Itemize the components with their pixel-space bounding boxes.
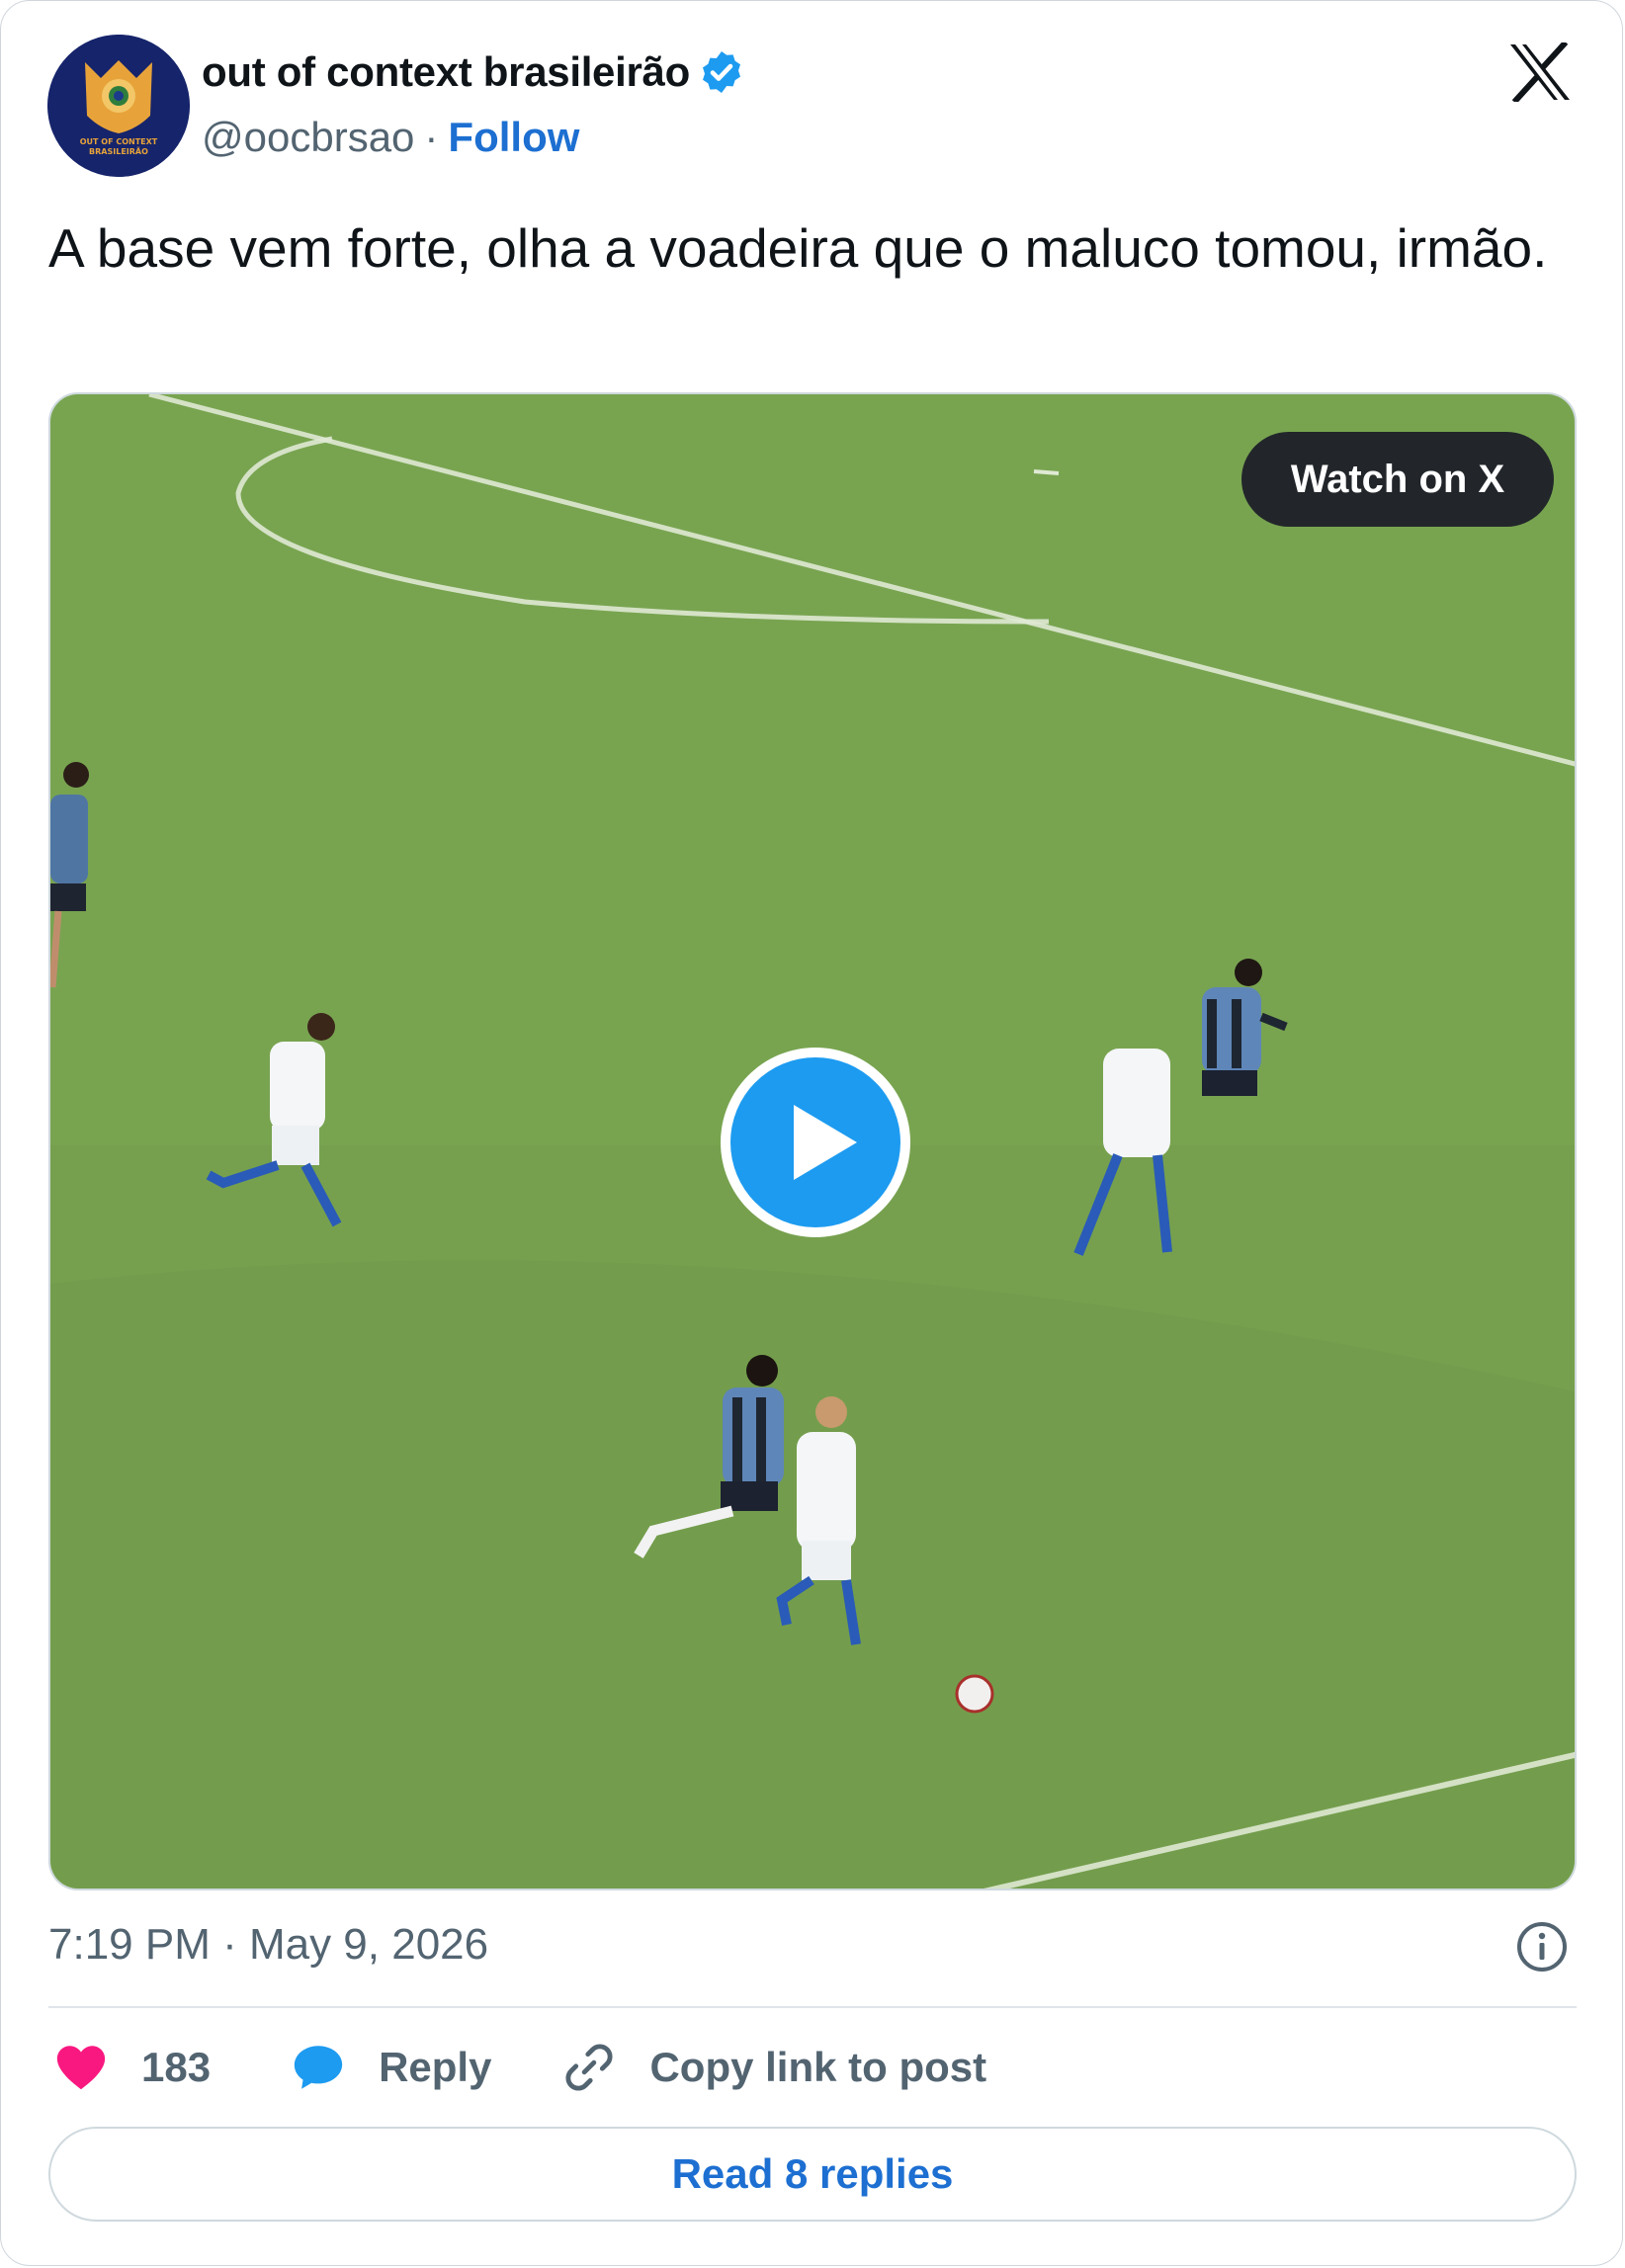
author-handle-row: @oocbrsao · Follow: [202, 114, 579, 161]
separator-dot: ·: [424, 114, 439, 160]
link-icon: [565, 2044, 613, 2091]
reply-button[interactable]: Reply: [290, 2039, 491, 2096]
x-logo-icon[interactable]: [1508, 42, 1572, 102]
author-name-row: out of context brasileirão: [202, 48, 745, 96]
divider: [48, 2006, 1577, 2008]
copy-link-label: Copy link to post: [649, 2044, 987, 2090]
league-logo-icon: OUT OF CONTEXT BRASILEIRÃO: [47, 35, 190, 177]
author-avatar[interactable]: OUT OF CONTEXT BRASILEIRÃO: [47, 35, 190, 177]
tweet-timestamp[interactable]: 7:19 PM · May 9, 2026: [48, 1920, 488, 1970]
verified-badge-icon: [702, 51, 740, 93]
read-replies-button[interactable]: Read 8 replies: [48, 2127, 1577, 2222]
follow-button[interactable]: Follow: [448, 114, 579, 161]
play-icon[interactable]: [717, 1044, 914, 1241]
tweet-text: A base vem forte, olha a voadeira que o …: [48, 217, 1548, 279]
reply-label: Reply: [379, 2044, 492, 2090]
copy-link-button[interactable]: Copy link to post: [560, 2039, 986, 2096]
like-count: 183: [141, 2044, 212, 2090]
svg-text:BRASILEIRÃO: BRASILEIRÃO: [89, 146, 148, 156]
heart-icon: [56, 2046, 106, 2090]
author-handle[interactable]: @oocbrsao: [202, 114, 414, 161]
video-player[interactable]: Watch on X: [48, 392, 1577, 1890]
tweet-card: OUT OF CONTEXT BRASILEIRÃO out of contex…: [0, 0, 1623, 2266]
author-display-name[interactable]: out of context brasileirão: [202, 48, 690, 96]
watch-on-x-button[interactable]: Watch on X: [1241, 432, 1554, 527]
svg-text:OUT OF CONTEXT: OUT OF CONTEXT: [80, 137, 158, 146]
speech-bubble-icon: [294, 2046, 343, 2089]
like-button[interactable]: 183: [52, 2039, 211, 2096]
action-bar: 183 Reply Copy link to post: [52, 2035, 986, 2100]
info-icon[interactable]: [1515, 1920, 1569, 1974]
